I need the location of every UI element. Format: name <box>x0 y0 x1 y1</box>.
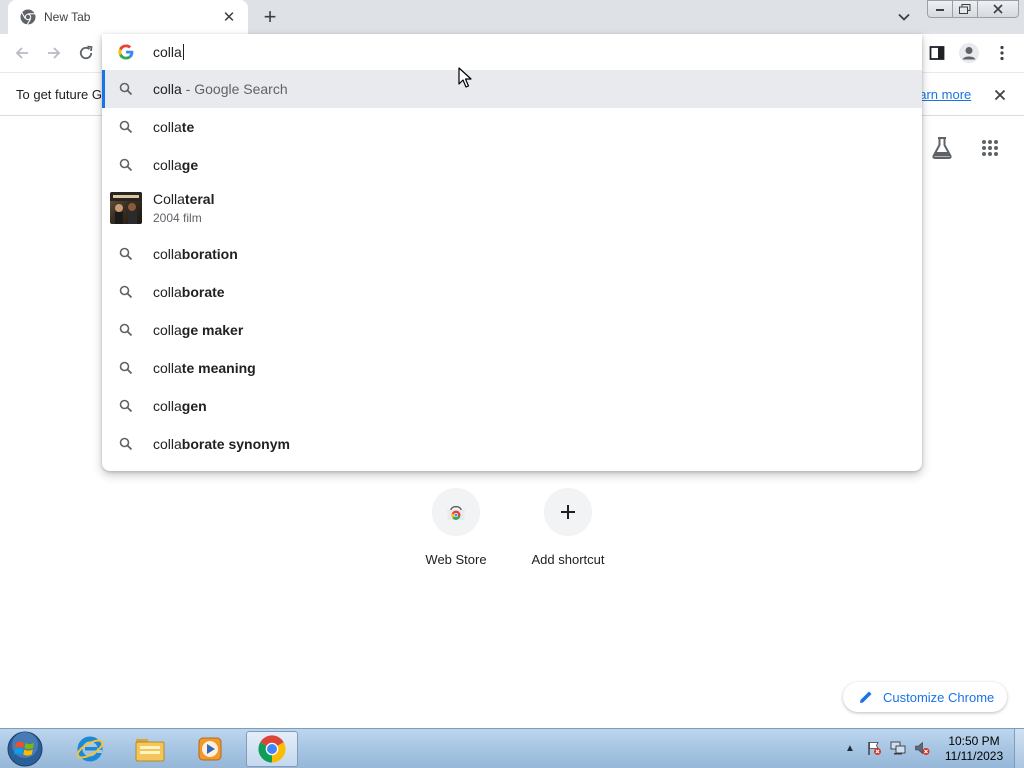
clock-date: 11/11/2023 <box>944 749 1004 763</box>
taskbar: ▲ 10:50 PM 11/11/2023 <box>0 728 1024 768</box>
kebab-menu-icon[interactable] <box>989 40 1015 66</box>
customize-chrome-label: Customize Chrome <box>883 689 995 705</box>
forward-arrow-icon[interactable] <box>41 40 67 66</box>
suggestion-row[interactable]: collaborate synonym <box>102 425 922 463</box>
tab-new-tab[interactable]: New Tab ✕ <box>8 0 248 34</box>
suggestion-row[interactable]: collate <box>102 108 922 146</box>
tab-strip: New Tab ✕ + <box>0 0 1024 34</box>
chrome-icon <box>258 735 286 763</box>
suggestion-text: colla - Google Search <box>153 81 288 97</box>
shortcut-label: Web Store <box>425 552 487 567</box>
tray-expand-icon[interactable]: ▲ <box>843 741 857 755</box>
suggestion-row[interactable]: collaborate <box>102 273 922 311</box>
mouse-pointer-icon <box>458 67 472 88</box>
suggestion-text: collagen <box>153 398 207 414</box>
suggestion-text: collage <box>153 157 199 173</box>
volume-muted-icon[interactable] <box>914 740 930 756</box>
system-clock[interactable]: 10:50 PM 11/11/2023 <box>938 734 1010 764</box>
tab-title: New Tab <box>44 10 91 24</box>
start-button[interactable] <box>5 730 45 768</box>
suggestion-text: collaborate synonym <box>153 436 290 452</box>
search-icon <box>119 158 133 172</box>
media-player-icon[interactable] <box>184 731 236 767</box>
suggestion-row[interactable]: collage <box>102 146 922 184</box>
shortcut-web-store[interactable]: Web Store <box>400 488 512 578</box>
shortcut-icon-container <box>544 488 592 536</box>
suggestion-row[interactable]: collagen <box>102 387 922 425</box>
search-icon <box>119 120 133 134</box>
search-icon <box>119 247 133 261</box>
entity-suggestion-row[interactable]: Collateral 2004 film <box>102 184 922 236</box>
reload-icon[interactable] <box>73 40 99 66</box>
suggestion-text: collage maker <box>153 322 244 338</box>
search-icon <box>119 361 133 375</box>
network-icon[interactable] <box>890 740 906 756</box>
search-icon <box>119 399 133 413</box>
suggestion-row[interactable]: collage maker <box>102 311 922 349</box>
omnibox-input-row[interactable]: colla <box>102 34 922 70</box>
suggestion-row[interactable]: colla - Google Search <box>102 70 922 108</box>
pencil-icon <box>860 691 872 703</box>
windows-logo-icon <box>7 731 43 767</box>
labs-flask-icon[interactable] <box>928 134 956 162</box>
chrome-icon <box>20 9 36 25</box>
chevron-down-icon[interactable] <box>894 7 914 27</box>
infobar-text: To get future G <box>16 87 102 102</box>
shortcut-label: Add shortcut <box>531 552 605 567</box>
side-panel-icon[interactable] <box>924 40 950 66</box>
customize-chrome-button[interactable]: Customize Chrome <box>843 682 1007 712</box>
omnibox-dropdown: colla colla - Google Search collate coll… <box>102 34 922 471</box>
plus-icon <box>561 505 575 519</box>
text-caret <box>182 44 184 60</box>
google-g-icon <box>118 44 134 60</box>
new-tab-button[interactable]: + <box>258 5 282 29</box>
web-store-icon <box>447 505 465 520</box>
apps-grid-icon[interactable] <box>976 134 1004 162</box>
close-icon[interactable]: ✕ <box>220 8 238 26</box>
omnibox-input[interactable]: colla <box>153 44 184 60</box>
entity-title: Collateral <box>153 191 215 207</box>
suggestion-row[interactable]: collaboration <box>102 235 922 273</box>
movie-poster-thumbnail <box>110 192 142 224</box>
shortcut-icon-container <box>432 488 480 536</box>
suggestion-text: collate <box>153 119 195 135</box>
back-arrow-icon[interactable] <box>9 40 35 66</box>
chrome-taskbar-button[interactable] <box>246 731 298 767</box>
search-icon <box>119 285 133 299</box>
search-icon <box>119 82 133 96</box>
action-center-flag-icon[interactable] <box>866 740 882 756</box>
suggestion-row[interactable]: collate meaning <box>102 349 922 387</box>
show-desktop-button[interactable] <box>1014 729 1024 768</box>
close-icon[interactable] <box>990 85 1010 105</box>
profile-avatar-icon[interactable] <box>956 40 982 66</box>
search-icon <box>119 437 133 451</box>
entity-description: 2004 film <box>153 211 202 225</box>
suggestion-text: collate meaning <box>153 360 256 376</box>
clock-time: 10:50 PM <box>948 734 1000 748</box>
search-icon <box>119 323 133 337</box>
suggestion-text: collaborate <box>153 284 225 300</box>
add-shortcut-button[interactable]: Add shortcut <box>512 488 624 578</box>
minimize-button[interactable] <box>927 0 953 18</box>
suggestion-text: collaboration <box>153 246 238 262</box>
file-explorer-icon[interactable] <box>124 731 176 767</box>
window-close-button[interactable] <box>977 0 1019 18</box>
internet-explorer-icon[interactable] <box>64 731 116 767</box>
restore-button[interactable] <box>952 0 978 18</box>
